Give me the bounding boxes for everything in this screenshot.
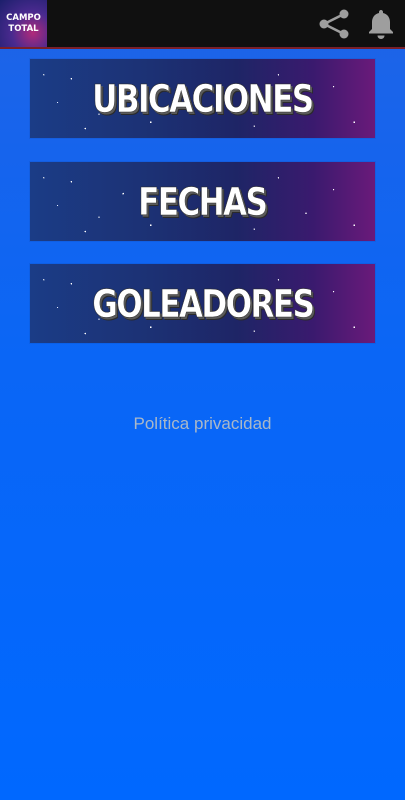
goleadores-button[interactable]: GOLEADORES [30,264,375,343]
ubicaciones-button[interactable]: UBICACIONES [30,59,375,138]
app-logo: CAMPO TOTAL [0,0,47,47]
notification-bell-icon[interactable] [366,8,396,40]
ubicaciones-label: UBICACIONES [92,76,314,121]
app-toolbar: CAMPO TOTAL [0,0,405,49]
goleadores-label: GOLEADORES [91,281,315,326]
fechas-button[interactable]: FECHAS [30,162,375,241]
fechas-label: FECHAS [138,179,268,224]
privacy-policy-link[interactable]: Política privacidad [0,414,405,434]
share-icon[interactable] [317,8,351,40]
logo-text-line1: CAMPO [6,12,41,23]
logo-text-line2: TOTAL [8,23,39,34]
